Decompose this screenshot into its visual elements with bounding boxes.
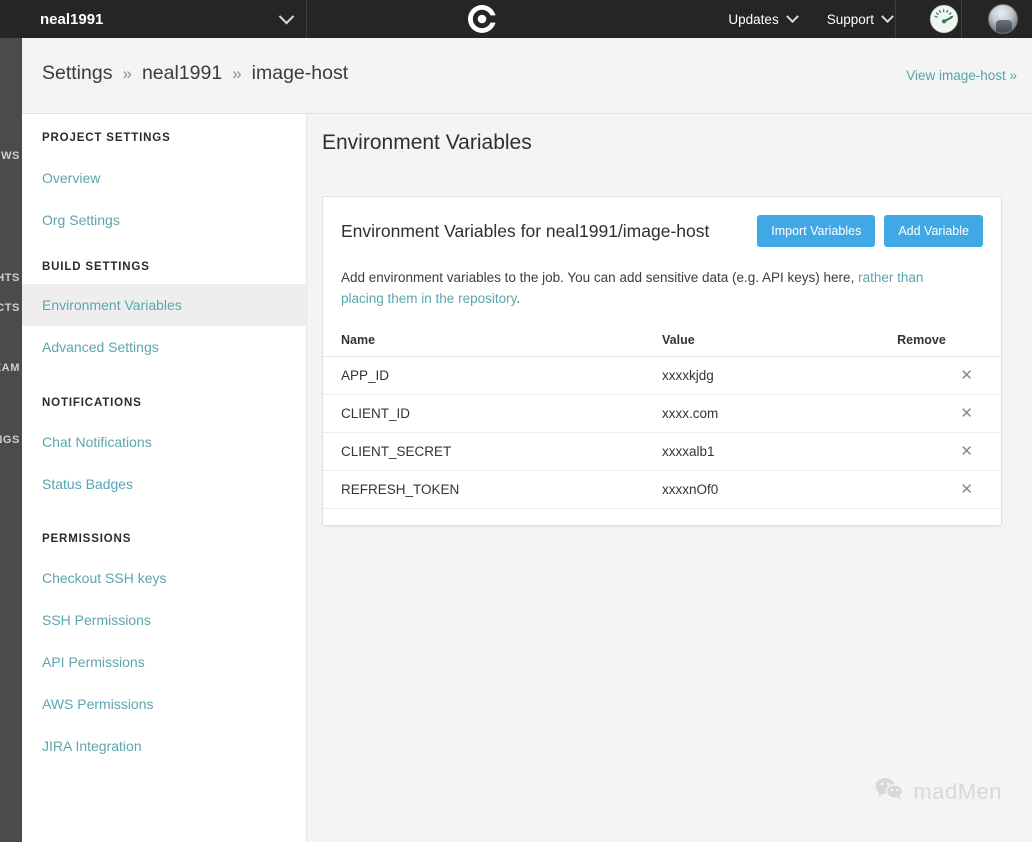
rail-label-team[interactable]: TEAM (0, 362, 20, 374)
topnav-item-updates[interactable]: Updates (728, 9, 799, 27)
sidebar-item-aws-permissions[interactable]: AWS Permissions (22, 683, 306, 725)
env-var-value: xxxx.com (662, 394, 898, 433)
remove-cell: ✕ (897, 470, 1001, 509)
breadcrumb-item-org[interactable]: neal1991 (142, 62, 222, 85)
wechat-icon (874, 776, 904, 807)
org-name-label: neal1991 (40, 10, 104, 28)
sidebar-item-status-badges[interactable]: Status Badges (22, 463, 306, 505)
close-x-icon[interactable]: ✕ (960, 368, 973, 383)
view-project-link[interactable]: View image-host » (906, 68, 1017, 83)
topbar-divider-left (306, 0, 307, 38)
org-switcher[interactable]: neal1991 (22, 0, 306, 38)
column-header-value: Value (662, 327, 898, 357)
avatar[interactable] (988, 4, 1018, 34)
add-variable-button[interactable]: Add Variable (884, 215, 983, 247)
avatar-image (988, 4, 1018, 34)
remove-cell: ✕ (897, 432, 1001, 471)
top-navigation-bar: neal1991 Updates Support (0, 0, 1032, 38)
env-var-value: xxxxalb1 (662, 432, 898, 471)
breadcrumb: Settings » neal1991 » image-host (42, 62, 348, 85)
sidebar-item-ssh-permissions[interactable]: SSH Permissions (22, 599, 306, 641)
card-header: Environment Variables for neal1991/image… (323, 197, 1001, 253)
rail-label-insights[interactable]: INSIGHTS (0, 272, 20, 284)
global-nav-rail[interactable]: WORKFLOWS INSIGHTS PROJECTS TEAM SETTING… (0, 0, 22, 842)
remove-cell: ✕ (897, 356, 1001, 395)
topbar-divider-gauge (895, 0, 896, 38)
watermark: madMen (874, 776, 1002, 807)
topnav-updates-label: Updates (728, 11, 779, 27)
settings-sidebar: PROJECT SETTINGS Overview Org Settings B… (22, 114, 307, 842)
breadcrumb-item-settings[interactable]: Settings (42, 62, 112, 85)
close-x-icon[interactable]: ✕ (960, 406, 973, 421)
card-heading: Environment Variables for neal1991/image… (341, 220, 710, 241)
rail-label-settings[interactable]: SETTINGS (0, 434, 20, 446)
environment-variables-card: Environment Variables for neal1991/image… (322, 196, 1002, 526)
chevron-down-icon (785, 9, 799, 23)
sidebar-group-permissions: PERMISSIONS (42, 533, 132, 545)
env-var-name: APP_ID (323, 356, 663, 395)
column-header-name: Name (323, 327, 663, 357)
sidebar-item-org-settings[interactable]: Org Settings (22, 199, 306, 241)
sidebar-item-chat-notifications[interactable]: Chat Notifications (22, 421, 306, 463)
sidebar-group-build-settings: BUILD SETTINGS (42, 261, 150, 273)
table-row: CLIENT_ID xxxx.com ✕ (323, 394, 1001, 433)
remove-cell: ✕ (897, 394, 1001, 433)
sidebar-group-project-settings: PROJECT SETTINGS (42, 132, 171, 144)
topnav-support-label: Support (826, 11, 874, 27)
column-header-remove: Remove (897, 327, 1001, 357)
description-text-before: Add environment variables to the job. Yo… (341, 270, 859, 285)
breadcrumb-separator-icon: » (122, 64, 132, 83)
table-row: APP_ID xxxxkjdg ✕ (323, 356, 1001, 395)
close-x-icon[interactable]: ✕ (960, 482, 973, 497)
table-row: CLIENT_SECRET xxxxalb1 ✕ (323, 432, 1001, 471)
breadcrumb-separator-icon: » (232, 64, 242, 83)
env-var-value: xxxxkjdg (662, 356, 898, 395)
circleci-logo-icon[interactable] (466, 3, 498, 35)
topbar-divider-avatar (961, 0, 962, 38)
rail-label-workflows[interactable]: WORKFLOWS (0, 150, 20, 162)
env-var-name: CLIENT_ID (323, 394, 663, 433)
card-description: Add environment variables to the job. Yo… (323, 253, 978, 309)
close-x-icon[interactable]: ✕ (960, 444, 973, 459)
chevron-down-icon (881, 9, 894, 23)
sidebar-group-notifications: NOTIFICATIONS (42, 397, 142, 409)
sidebar-item-overview[interactable]: Overview (22, 157, 306, 199)
top-nav-menu: Updates Support (728, 0, 894, 38)
watermark-text: madMen (913, 778, 1002, 804)
sidebar-item-api-permissions[interactable]: API Permissions (22, 641, 306, 683)
page-title: Environment Variables (322, 131, 532, 154)
environment-variables-table: Name Value Remove APP_ID xxxxkjdg ✕ CLIE… (323, 327, 1001, 509)
env-var-name: CLIENT_SECRET (323, 432, 663, 471)
env-var-name: REFRESH_TOKEN (323, 470, 663, 509)
sidebar-item-environment-variables[interactable]: Environment Variables (22, 284, 306, 326)
breadcrumb-item-project[interactable]: image-host (252, 62, 348, 85)
app-root: WORKFLOWS INSIGHTS PROJECTS TEAM SETTING… (0, 0, 1032, 842)
sidebar-item-checkout-ssh-keys[interactable]: Checkout SSH keys (22, 557, 306, 599)
env-var-value: xxxxnOf0 (662, 470, 898, 509)
description-text-after: . (516, 291, 521, 306)
rail-label-projects[interactable]: PROJECTS (0, 302, 20, 314)
import-variables-button[interactable]: Import Variables (757, 215, 876, 247)
main-content: Environment Variables Environment Variab… (307, 114, 1032, 842)
topnav-item-support[interactable]: Support (826, 9, 894, 27)
breadcrumb-bar: Settings » neal1991 » image-host View im… (22, 38, 1032, 114)
table-row: REFRESH_TOKEN xxxxnOf0 ✕ (323, 470, 1001, 509)
table-header-row: Name Value Remove (323, 327, 1001, 357)
speedometer-icon[interactable] (929, 4, 959, 34)
sidebar-item-advanced-settings[interactable]: Advanced Settings (22, 326, 306, 368)
chevron-down-icon (278, 8, 295, 24)
sidebar-item-jira-integration[interactable]: JIRA Integration (22, 725, 306, 767)
